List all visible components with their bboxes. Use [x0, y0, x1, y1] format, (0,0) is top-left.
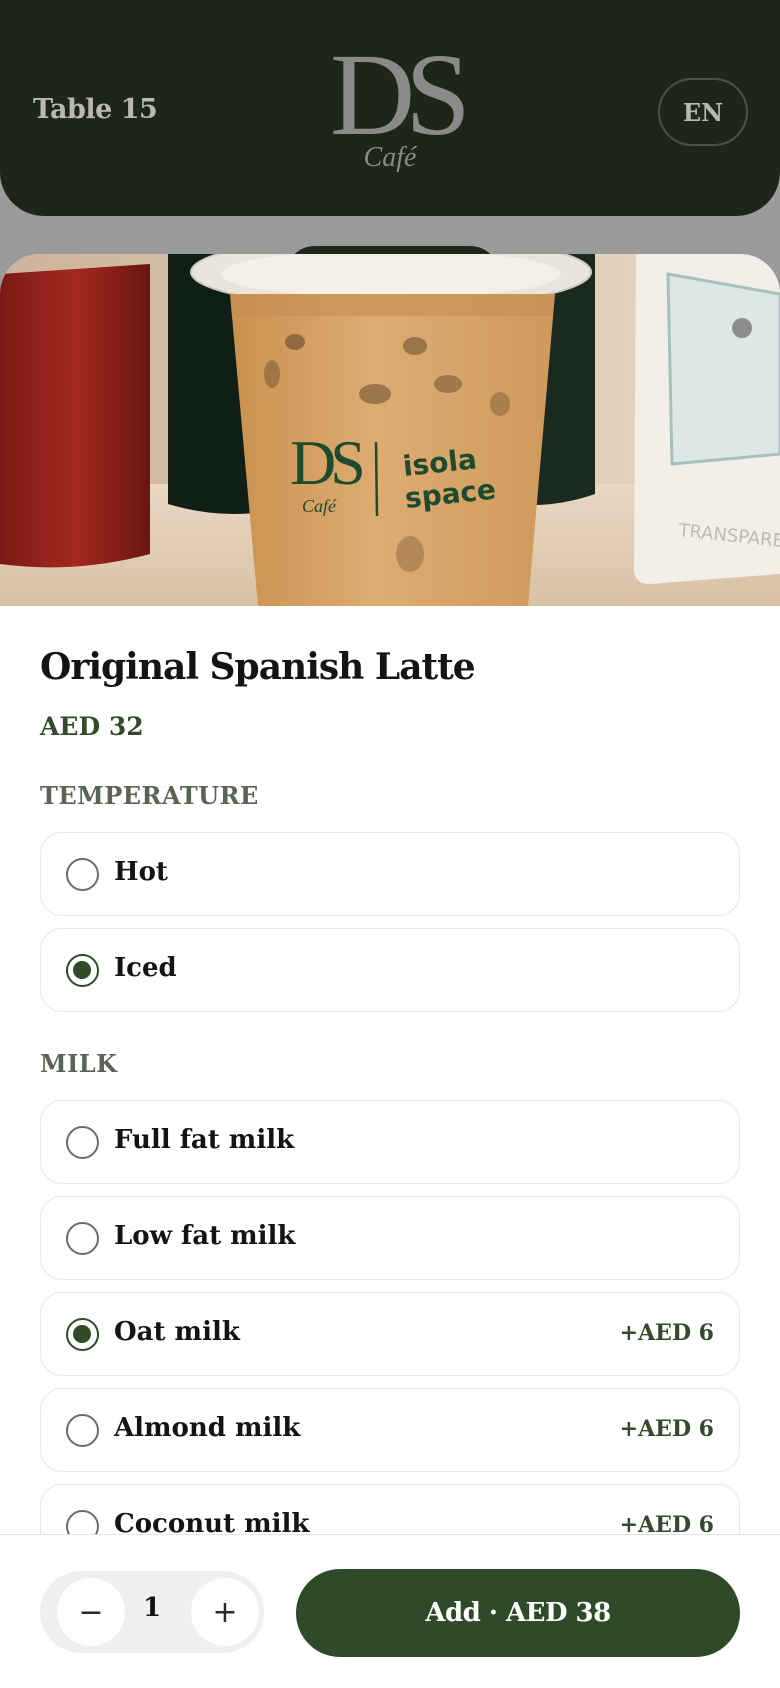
add-to-order-button[interactable]: Add · AED 38 [296, 1569, 740, 1657]
option-label: Full fat milk [114, 1125, 295, 1155]
option-oat-milk[interactable]: Oat milk +AED 6 [40, 1292, 740, 1376]
product-image: TRANSPARE DS Café isola space [0, 254, 780, 606]
option-label: Iced [114, 953, 177, 983]
minus-icon[interactable]: − [57, 1578, 125, 1646]
header-bar: Table 15 DS Café EN [0, 0, 780, 216]
language-button[interactable]: EN [658, 78, 748, 146]
product-price: AED 32 [40, 712, 144, 741]
option-full-fat-milk[interactable]: Full fat milk [40, 1100, 740, 1184]
option-surcharge: +AED 6 [619, 1320, 714, 1346]
option-almond-milk[interactable]: Almond milk +AED 6 [40, 1388, 740, 1472]
option-label: Hot [114, 857, 168, 887]
plus-icon[interactable]: + [191, 1578, 259, 1646]
cafe-logo: DS Café [330, 29, 471, 180]
product-sheet: TRANSPARE DS Café isola space Original S… [0, 254, 780, 1688]
option-surcharge: +AED 6 [619, 1416, 714, 1442]
quantity-stepper: − 1 + [40, 1571, 264, 1653]
cup-logo-mark: DS [290, 427, 362, 498]
logo-mark: DS [330, 29, 471, 160]
logo-subtitle: Café [363, 142, 417, 173]
option-label: Oat milk [114, 1317, 240, 1347]
option-iced[interactable]: Iced [40, 928, 740, 1012]
section-label-temperature: TEMPERATURE [40, 781, 259, 810]
product-title: Original Spanish Latte [40, 646, 476, 688]
cup-logo-sub: Café [302, 496, 337, 516]
section-label-milk: MILK [40, 1049, 118, 1078]
radio-icon[interactable] [66, 954, 99, 987]
option-label: Low fat milk [114, 1221, 296, 1251]
option-low-fat-milk[interactable]: Low fat milk [40, 1196, 740, 1280]
table-label: Table 15 [33, 94, 158, 125]
option-hot[interactable]: Hot [40, 832, 740, 916]
quantity-value: 1 [142, 1593, 162, 1623]
radio-icon[interactable] [66, 858, 99, 891]
order-footer: − 1 + Add · AED 38 [0, 1534, 780, 1688]
option-label: Almond milk [114, 1413, 301, 1443]
radio-icon[interactable] [66, 1414, 99, 1447]
radio-icon[interactable] [66, 1126, 99, 1159]
radio-icon[interactable] [66, 1318, 99, 1351]
radio-icon[interactable] [66, 1222, 99, 1255]
